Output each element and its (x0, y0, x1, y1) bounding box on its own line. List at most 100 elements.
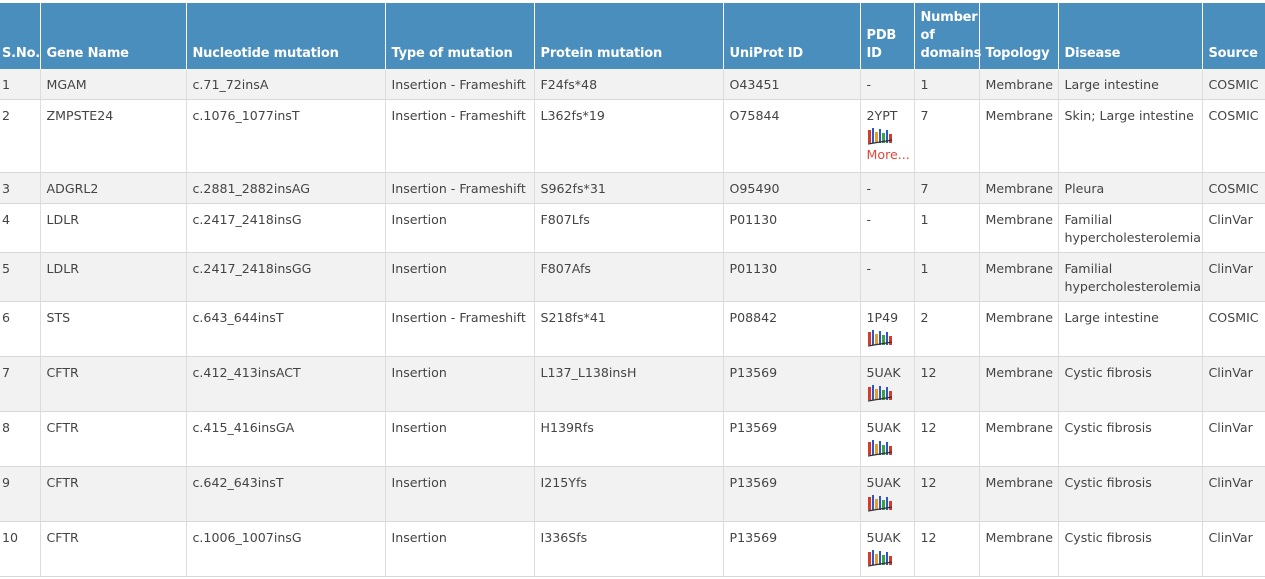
cell-domains: 1 (914, 252, 980, 302)
cell-gene: CFTR (40, 521, 187, 577)
cell-uniprot: P01130 (723, 203, 861, 253)
header-gene[interactable]: Gene Name (40, 3, 187, 69)
pdb-id-link[interactable]: 5UAK (867, 365, 901, 380)
cell-domains: 2 (914, 301, 980, 357)
cell-gene: CFTR (40, 411, 187, 467)
cell-protein: I336Sfs (534, 521, 724, 577)
table-row: 4 LDLR c.2417_2418insG Insertion F807Lfs… (0, 203, 1265, 253)
cell-nucleotide: c.2417_2418insGG (186, 252, 386, 302)
cell-nucleotide: c.415_416insGA (186, 411, 386, 467)
header-type[interactable]: Type of mutation (385, 3, 535, 69)
cell-protein: S962fs*31 (534, 172, 724, 204)
cell-nucleotide: c.1076_1077insT (186, 99, 386, 173)
pdb-id-link[interactable]: 1P49 (867, 310, 899, 325)
pdb-id-link[interactable]: 5UAK (867, 475, 901, 490)
pdb-more-link[interactable]: More... (867, 146, 910, 164)
header-domains-line3: domains (920, 46, 982, 61)
cell-gene: LDLR (40, 252, 187, 302)
cell-type: Insertion (385, 252, 535, 302)
cell-type: Insertion - Frameshift (385, 301, 535, 357)
cell-sno: 2 (0, 99, 41, 173)
jmol-structure-icon[interactable] (867, 438, 893, 458)
cell-topology: Membrane (979, 99, 1059, 173)
cell-pdb: 5UAK (860, 411, 915, 467)
cell-type: Insertion (385, 411, 535, 467)
table-row: 10 CFTR c.1006_1007insG Insertion I336Sf… (0, 521, 1265, 577)
pdb-id-link[interactable]: 2YPT (867, 108, 898, 123)
cell-pdb: 5UAK (860, 466, 915, 522)
cell-domains: 12 (914, 521, 980, 577)
pdb-id-link[interactable]: 5UAK (867, 530, 901, 545)
cell-source: COSMIC (1202, 172, 1265, 204)
header-nucleotide[interactable]: Nucleotide mutation (186, 3, 386, 69)
cell-sno: 3 (0, 172, 41, 204)
pdb-id-link[interactable]: 5UAK (867, 420, 901, 435)
cell-gene: LDLR (40, 203, 187, 253)
header-source[interactable]: Source (1202, 3, 1265, 69)
header-protein[interactable]: Protein mutation (534, 3, 724, 69)
cell-domains: 12 (914, 411, 980, 467)
cell-domains: 7 (914, 99, 980, 173)
cell-disease: Large intestine (1058, 301, 1203, 357)
table-row: 2 ZMPSTE24 c.1076_1077insT Insertion - F… (0, 99, 1265, 173)
header-uniprot[interactable]: UniProt ID (723, 3, 861, 69)
cell-domains: 1 (914, 203, 980, 253)
cell-source: ClinVar (1202, 356, 1265, 412)
cell-protein: L362fs*19 (534, 99, 724, 173)
cell-protein: F807Lfs (534, 203, 724, 253)
cell-protein: F807Afs (534, 252, 724, 302)
table-row: 9 CFTR c.642_643insT Insertion I215Yfs P… (0, 466, 1265, 522)
cell-uniprot: O75844 (723, 99, 861, 173)
cell-pdb: - (860, 252, 915, 302)
cell-source: COSMIC (1202, 69, 1265, 100)
cell-pdb: 2YPT More... (860, 99, 915, 173)
cell-sno: 10 (0, 521, 41, 577)
cell-topology: Membrane (979, 252, 1059, 302)
cell-pdb: - (860, 69, 915, 100)
cell-source: ClinVar (1202, 466, 1265, 522)
cell-source: ClinVar (1202, 252, 1265, 302)
cell-gene: ADGRL2 (40, 172, 187, 204)
cell-protein: I215Yfs (534, 466, 724, 522)
jmol-structure-icon[interactable] (867, 383, 893, 403)
table-row: 5 LDLR c.2417_2418insGG Insertion F807Af… (0, 252, 1265, 302)
cell-nucleotide: c.2417_2418insG (186, 203, 386, 253)
table-row: 8 CFTR c.415_416insGA Insertion H139Rfs … (0, 411, 1265, 467)
cell-sno: 1 (0, 69, 41, 100)
cell-uniprot: P08842 (723, 301, 861, 357)
header-domains-line2: of (920, 28, 935, 43)
cell-protein: H139Rfs (534, 411, 724, 467)
header-row: S.No. Gene Name Nucleotide mutation Type… (0, 3, 1265, 69)
cell-protein: F24fs*48 (534, 69, 724, 100)
cell-sno: 6 (0, 301, 41, 357)
cell-disease: Skin; Large intestine (1058, 99, 1203, 173)
table-row: 6 STS c.643_644insT Insertion - Frameshi… (0, 301, 1265, 357)
header-domains-line1: Number (920, 10, 978, 25)
jmol-structure-icon[interactable] (867, 493, 893, 513)
cell-type: Insertion - Frameshift (385, 69, 535, 100)
cell-nucleotide: c.71_72insA (186, 69, 386, 100)
jmol-structure-icon[interactable] (867, 328, 893, 348)
cell-topology: Membrane (979, 69, 1059, 100)
cell-type: Insertion - Frameshift (385, 172, 535, 204)
cell-topology: Membrane (979, 172, 1059, 204)
cell-protein: L137_L138insH (534, 356, 724, 412)
cell-nucleotide: c.1006_1007insG (186, 521, 386, 577)
header-disease[interactable]: Disease (1058, 3, 1203, 69)
cell-protein: S218fs*41 (534, 301, 724, 357)
header-pdb[interactable]: PDB ID (860, 3, 915, 69)
jmol-structure-icon[interactable] (867, 548, 893, 568)
header-sno[interactable]: S.No. (0, 3, 41, 69)
cell-pdb: 1P49 (860, 301, 915, 357)
header-topology[interactable]: Topology (979, 3, 1059, 69)
cell-topology: Membrane (979, 411, 1059, 467)
jmol-structure-icon[interactable] (867, 126, 893, 146)
cell-gene: MGAM (40, 69, 187, 100)
cell-uniprot: P13569 (723, 466, 861, 522)
cell-nucleotide: c.412_413insACT (186, 356, 386, 412)
cell-source: ClinVar (1202, 203, 1265, 253)
cell-disease: Familial hypercholesterolemia (1058, 252, 1203, 302)
header-domains[interactable]: Number of domains (914, 3, 982, 69)
cell-source: ClinVar (1202, 521, 1265, 577)
cell-source: COSMIC (1202, 99, 1265, 173)
